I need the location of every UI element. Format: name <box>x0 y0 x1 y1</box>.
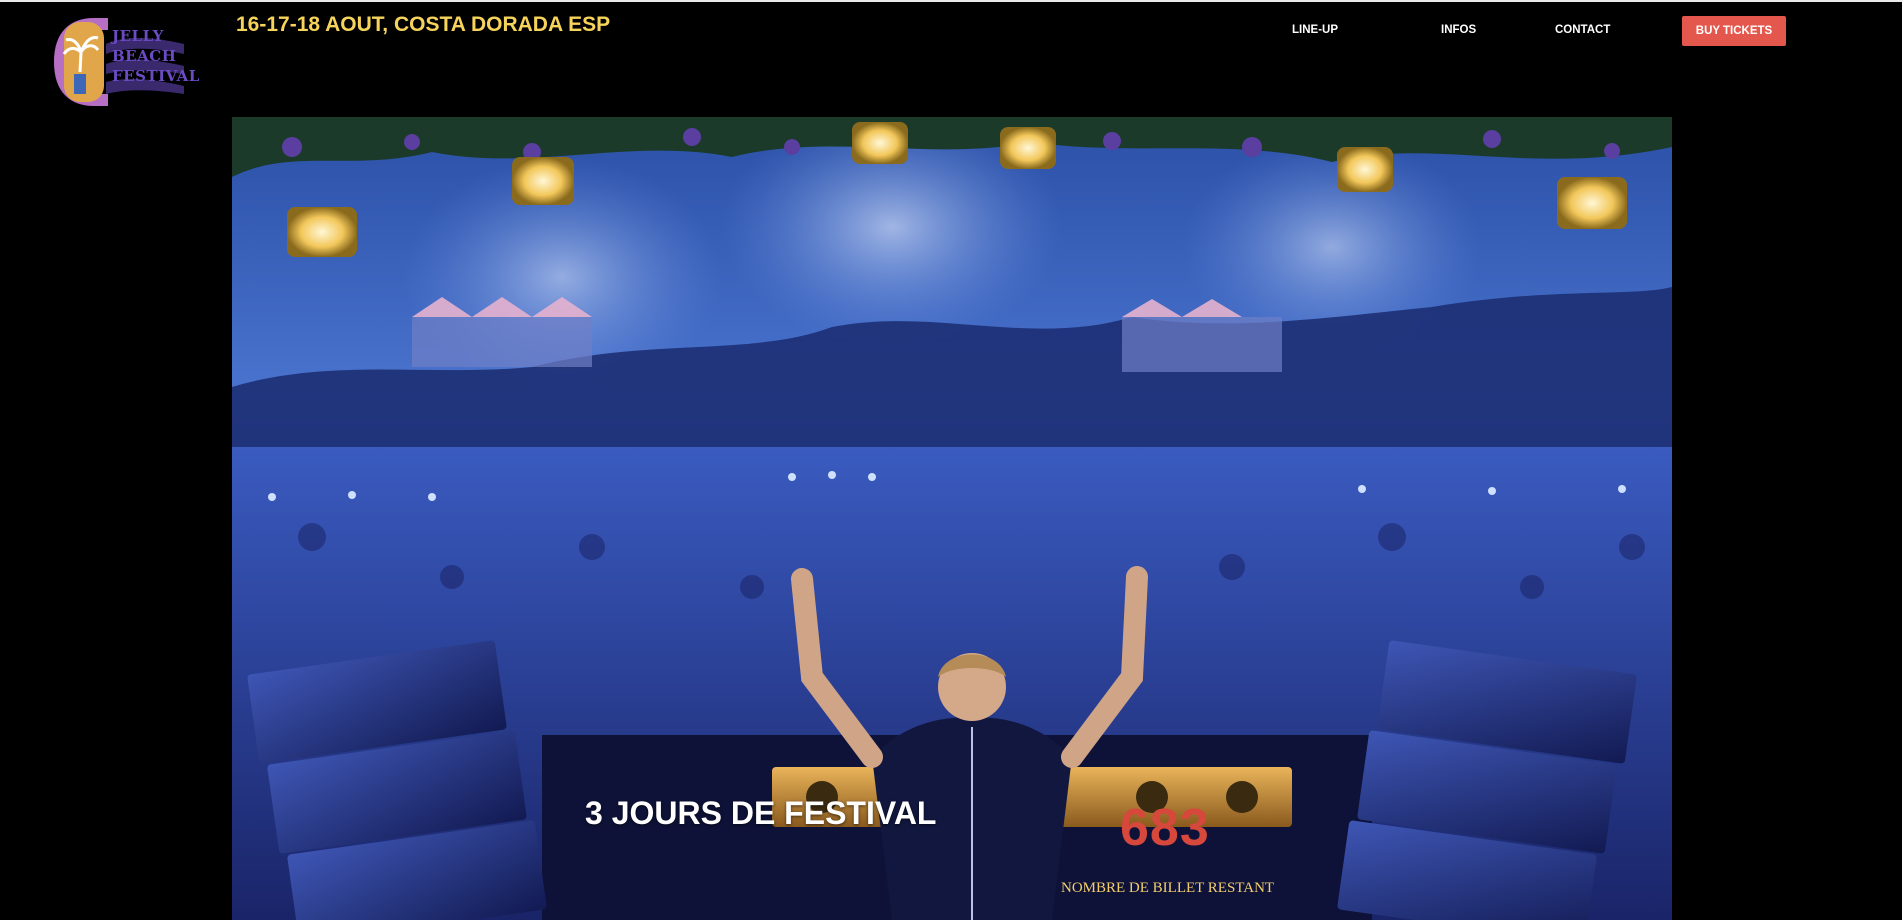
nav-link-line-up[interactable]: LINE-UP <box>1292 24 1338 36</box>
festival-logo[interactable]: JELLY BEACH FESTIVAL <box>48 14 199 110</box>
logo-text-line-1: JELLY <box>112 27 164 45</box>
nav-link-infos[interactable]: INFOS <box>1441 24 1476 36</box>
remaining-ticket-count: 683 <box>1120 799 1210 857</box>
page: JELLY BEACH FESTIVAL 16-17-18 AOUT, COST… <box>0 0 1902 920</box>
logo-text-line-3: FESTIVAL <box>112 67 200 85</box>
festival-dates-heading: 16-17-18 AOUT, COSTA DORADA ESP <box>236 13 611 36</box>
logo-text-line-2: BEACH <box>112 47 177 65</box>
hero-stage-illustration <box>232 117 1672 920</box>
nav-link-contact[interactable]: CONTACT <box>1555 24 1610 36</box>
buy-tickets-button[interactable]: BUY TICKETS <box>1682 16 1786 46</box>
hero-title: 3 JOURS DE FESTIVAL <box>585 795 937 831</box>
hero-image <box>232 117 1672 920</box>
top-divider <box>0 0 1902 2</box>
remaining-ticket-label: NOMBRE DE BILLET RESTANT <box>1061 880 1275 896</box>
